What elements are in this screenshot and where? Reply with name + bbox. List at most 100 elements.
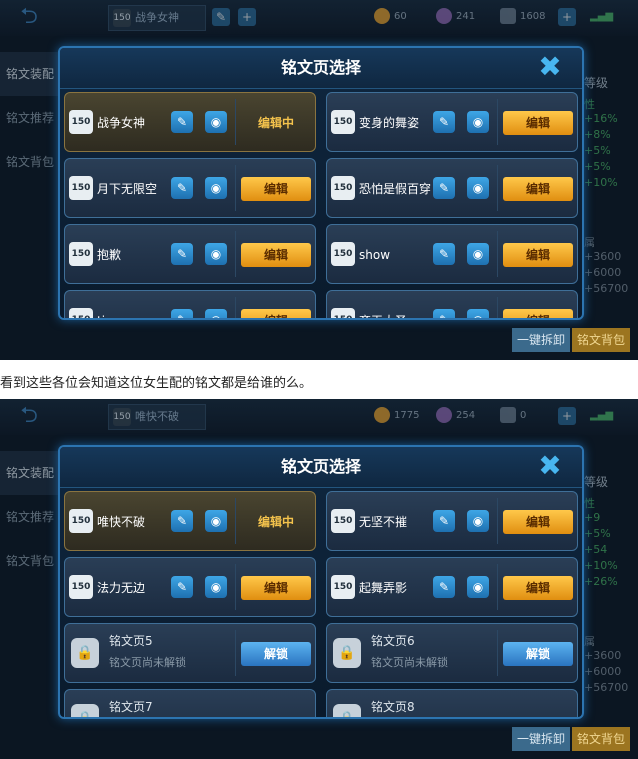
rename-pencil-icon[interactable]: ✎: [171, 510, 193, 532]
edit-button[interactable]: 编辑: [503, 243, 573, 267]
close-icon[interactable]: ✖: [536, 452, 564, 480]
edit-button[interactable]: 编辑: [503, 309, 573, 318]
attr-line: +56700: [584, 681, 629, 694]
attr-line: +3600: [584, 250, 622, 263]
edit-button[interactable]: 编辑: [241, 576, 311, 600]
menu-item-recommend[interactable]: 铭文推荐: [0, 495, 60, 539]
eye-icon[interactable]: ◉: [467, 111, 489, 133]
edit-button[interactable]: 编辑: [241, 309, 311, 318]
eye-icon[interactable]: ◉: [205, 309, 227, 318]
menu-item-bag[interactable]: 铭文背包: [0, 539, 60, 583]
edit-button[interactable]: 编辑: [503, 111, 573, 135]
right-stats-panel: 等级 性 +16% +8% +5% +5% +10%: [584, 74, 638, 192]
inscription-bag-button[interactable]: 铭文背包: [572, 328, 631, 352]
rename-pencil-icon[interactable]: ✎: [433, 111, 455, 133]
inscription-page-card[interactable]: 150 齐天大圣✎ ◉ 编辑: [326, 290, 578, 318]
card-divider: [235, 564, 236, 610]
rename-pencil-icon[interactable]: ✎: [171, 177, 193, 199]
inscription-page-card[interactable]: 150 恐怕是假百穿 ✎ ◉ 编辑: [326, 158, 578, 218]
edit-button[interactable]: 编辑: [503, 510, 573, 534]
rename-pencil-icon[interactable]: ✎: [171, 243, 193, 265]
eye-icon[interactable]: ◉: [467, 510, 489, 532]
menu-item-assemble[interactable]: 铭文装配: [0, 52, 60, 96]
current-page-indicator[interactable]: 150 战争女神: [108, 5, 206, 31]
locked-page-card[interactable]: 🔒 铭文页8: [326, 689, 578, 717]
current-page-indicator[interactable]: 150 唯快不破: [108, 404, 206, 430]
coupon-icon: [500, 8, 516, 24]
gold-value: 1775: [394, 410, 420, 421]
stat-line: +16%: [584, 112, 618, 125]
eye-icon[interactable]: ◉: [205, 177, 227, 199]
rename-pencil-icon[interactable]: ✎: [171, 309, 193, 318]
top-bar: ⮌ 150 战争女神 ✎ + 60 241 1608 + ▂▄▆: [0, 0, 638, 36]
edit-button[interactable]: 编辑: [503, 177, 573, 201]
plus-icon[interactable]: +: [238, 8, 256, 26]
signal-icon: ▂▄▆: [590, 11, 614, 22]
recharge-plus-icon[interactable]: +: [558, 8, 576, 26]
inscription-bag-button[interactable]: 铭文背包: [572, 727, 631, 751]
inscription-page-card[interactable]: 150 起舞弄影 ✎ ◉ 编辑: [326, 557, 578, 617]
eye-icon[interactable]: ◉: [467, 576, 489, 598]
card-divider: [497, 564, 498, 610]
eye-icon[interactable]: ◉: [467, 309, 489, 318]
modal-title: 铭文页选择: [280, 58, 361, 77]
rename-pencil-icon[interactable]: ✎: [433, 177, 455, 199]
unlock-button[interactable]: 解锁: [241, 642, 311, 666]
modal-header: 铭文页选择 ✖: [60, 48, 582, 89]
rename-pencil-icon[interactable]: ✎: [433, 510, 455, 532]
unlock-button[interactable]: 解锁: [503, 642, 573, 666]
inscription-page-card[interactable]: 150 唯快不破 ✎ ◉ 编辑中: [64, 491, 316, 551]
modal-title: 铭文页选择: [280, 457, 361, 476]
attr-line: +56700: [584, 282, 629, 295]
menu-item-bag[interactable]: 铭文背包: [0, 140, 60, 184]
inscription-page-card[interactable]: 150 月下无限空 ✎ ◉ 编辑: [64, 158, 316, 218]
coupon-counter: 1608: [500, 8, 545, 26]
eye-icon[interactable]: ◉: [205, 510, 227, 532]
eye-icon[interactable]: ◉: [467, 177, 489, 199]
eye-icon[interactable]: ◉: [205, 111, 227, 133]
locked-page-card[interactable]: 🔒 铭文页6 铭文页尚未解锁 解锁: [326, 623, 578, 683]
gold-counter: 60: [374, 8, 407, 26]
gold-counter: 1775: [374, 407, 419, 425]
eye-icon[interactable]: ◉: [205, 243, 227, 265]
pencil-icon[interactable]: ✎: [212, 8, 230, 26]
unequip-all-button[interactable]: 一键拆卸: [512, 727, 571, 751]
inscription-page-card[interactable]: 150 time✎ ◉ 编辑: [64, 290, 316, 318]
inscription-page-card[interactable]: 150 抱歉 ✎ ◉ 编辑: [64, 224, 316, 284]
back-arrow-icon[interactable]: ⮌: [4, 403, 54, 429]
menu-item-assemble[interactable]: 铭文装配: [0, 451, 60, 495]
unequip-all-button[interactable]: 一键拆卸: [512, 328, 571, 352]
inscription-page-card[interactable]: 150 无坚不摧 ✎ ◉ 编辑: [326, 491, 578, 551]
modal-header: 铭文页选择 ✖: [60, 447, 582, 488]
edit-button[interactable]: 编辑: [241, 243, 311, 267]
locked-page-title: 铭文页5: [109, 634, 153, 648]
menu-item-recommend[interactable]: 铭文推荐: [0, 96, 60, 140]
inscription-page-card[interactable]: 150 变身的舞姿 ✎ ◉ 编辑: [326, 92, 578, 152]
editing-status: 编辑中: [257, 515, 294, 529]
rename-pencil-icon[interactable]: ✎: [433, 243, 455, 265]
rename-pencil-icon[interactable]: ✎: [433, 576, 455, 598]
eye-icon[interactable]: ◉: [467, 243, 489, 265]
recharge-plus-icon[interactable]: +: [558, 407, 576, 425]
close-icon[interactable]: ✖: [536, 53, 564, 81]
inscription-page-card[interactable]: 150 法力无边 ✎ ◉ 编辑: [64, 557, 316, 617]
level-150-badge-icon: 150: [69, 176, 93, 200]
rename-pencil-icon[interactable]: ✎: [171, 576, 193, 598]
stat-line: +9: [584, 511, 601, 524]
locked-page-card[interactable]: 🔒 铭文页5 铭文页尚未解锁 解锁: [64, 623, 316, 683]
eye-icon[interactable]: ◉: [205, 576, 227, 598]
page-name: show: [359, 248, 391, 262]
edit-button[interactable]: 编辑: [503, 576, 573, 600]
padlock-icon: 🔒: [71, 638, 99, 668]
inscription-page-card[interactable]: 150 show ✎ ◉ 编辑: [326, 224, 578, 284]
back-arrow-icon[interactable]: ⮌: [4, 4, 54, 30]
rename-pencil-icon[interactable]: ✎: [171, 111, 193, 133]
stat-line: 性: [584, 98, 595, 111]
edit-button[interactable]: 编辑: [241, 177, 311, 201]
rename-pencil-icon[interactable]: ✎: [433, 309, 455, 318]
card-divider: [235, 99, 236, 145]
right-attr-panel: 属 +3600 +6000 +56700: [584, 234, 638, 298]
inscription-page-card[interactable]: 150 战争女神 ✎ ◉ 编辑中: [64, 92, 316, 152]
card-divider: [235, 165, 236, 211]
locked-page-card[interactable]: 🔒 铭文页7: [64, 689, 316, 717]
